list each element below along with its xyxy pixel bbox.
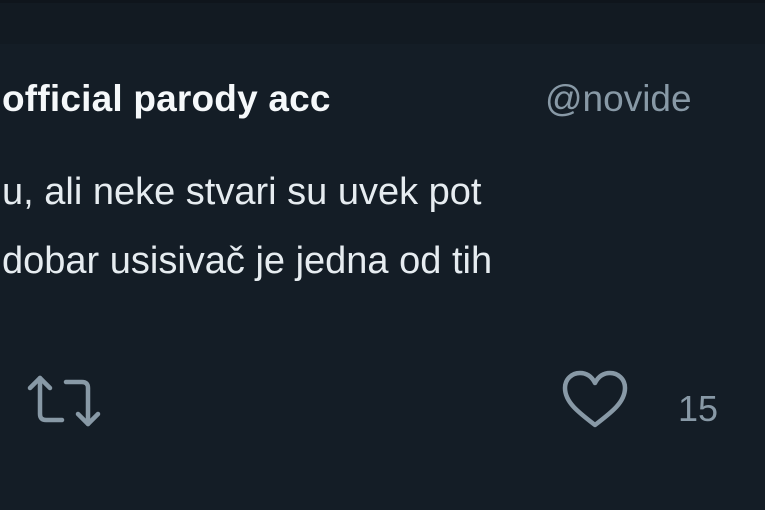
retweet-icon — [26, 370, 102, 432]
top-bar — [0, 0, 765, 44]
display-name[interactable]: official parody acc — [2, 72, 331, 126]
tweet-actions: 15 — [0, 360, 765, 440]
user-handle[interactable]: @novide — [545, 72, 692, 126]
tweet-text-line: u, ali neke stvari su uvek pot — [2, 171, 482, 213]
top-divider — [0, 0, 765, 3]
like-button[interactable]: 15 — [560, 370, 718, 432]
tweet-text: u, ali neke stvari su uvek pot dobar usi… — [2, 158, 762, 296]
tweet-header: official parody acc @novide — [0, 72, 765, 132]
retweet-button[interactable] — [26, 370, 102, 432]
tweet-card: official parody acc @novide u, ali neke … — [0, 0, 765, 510]
heart-icon — [560, 370, 630, 432]
like-count: 15 — [678, 388, 719, 429]
tweet-text-line: dobar usisivač je jedna od tih — [2, 240, 493, 282]
